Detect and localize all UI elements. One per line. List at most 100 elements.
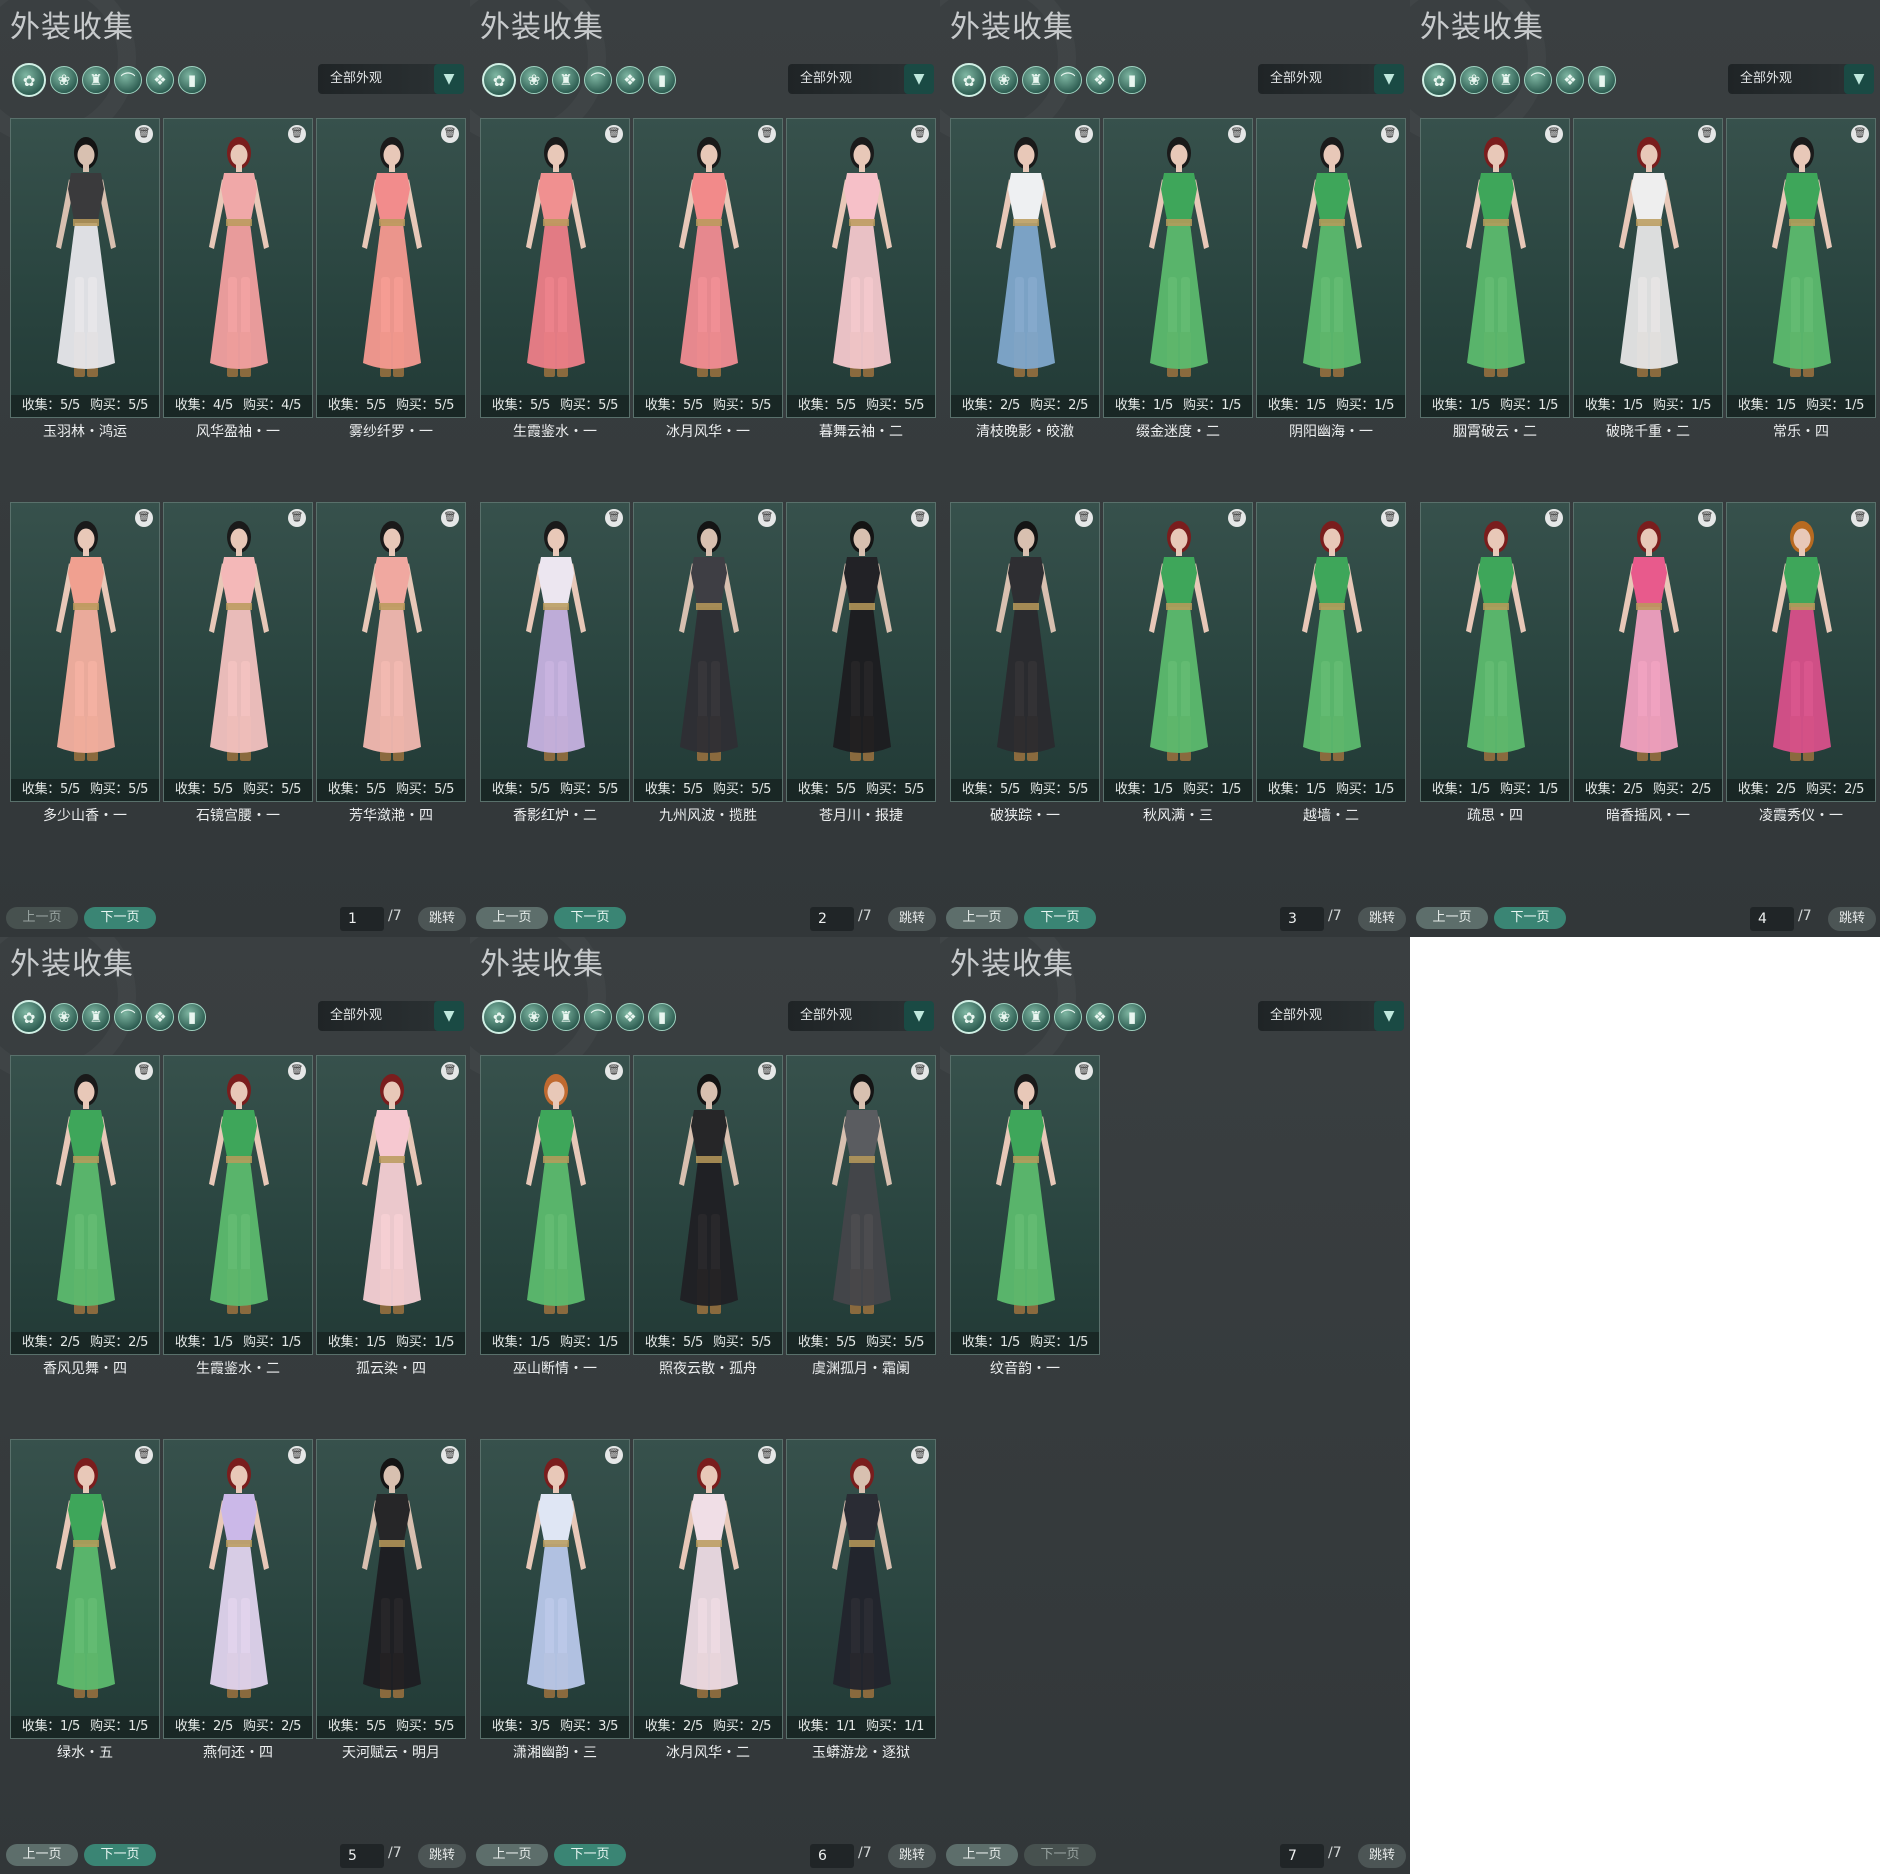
page-number-input[interactable]: 6 [810, 1844, 854, 1868]
top-icon[interactable]: ❀ [1460, 66, 1488, 94]
shoe-icon[interactable]: ⌒ [1054, 1003, 1082, 1031]
jump-button[interactable]: 跳转 [1828, 907, 1876, 931]
next-page-button[interactable]: 下一页 [84, 1844, 156, 1866]
trash-icon[interactable]: 🗑 [1228, 125, 1246, 143]
prev-page-button[interactable]: 上一页 [476, 1844, 548, 1866]
outfit-card[interactable]: 🗑 收集：5/5 购买：5/5 多少山香・一 [10, 502, 160, 832]
outfit-card[interactable]: 🗑 收集：2/5 购买：2/5 暗香摇风・一 [1573, 502, 1723, 832]
trash-icon[interactable]: 🗑 [1075, 1062, 1093, 1080]
trash-icon[interactable]: 🗑 [135, 125, 153, 143]
shoe-icon[interactable]: ⌒ [1524, 66, 1552, 94]
top-icon[interactable]: ❀ [520, 1003, 548, 1031]
top-icon[interactable]: ❀ [50, 66, 78, 94]
outfit-card[interactable]: 🗑 收集：3/5 购买：3/5 潇湘幽韵・三 [480, 1439, 630, 1769]
all-outfits-icon[interactable]: ✿ [1422, 63, 1456, 97]
trash-icon[interactable]: 🗑 [605, 1446, 623, 1464]
face-icon[interactable]: ❖ [1556, 66, 1584, 94]
outfit-card[interactable]: 🗑 收集：5/5 购买：5/5 玉羽林・鸿运 [10, 118, 160, 448]
trash-icon[interactable]: 🗑 [1851, 509, 1869, 527]
next-page-button[interactable]: 下一页 [554, 907, 626, 929]
trash-icon[interactable]: 🗑 [758, 1062, 776, 1080]
prev-page-button[interactable]: 上一页 [946, 907, 1018, 929]
trash-icon[interactable]: 🗑 [1075, 509, 1093, 527]
trash-icon[interactable]: 🗑 [758, 1446, 776, 1464]
trash-icon[interactable]: 🗑 [911, 1062, 929, 1080]
outfit-card[interactable]: 🗑 收集：1/5 购买：1/5 疏思・四 [1420, 502, 1570, 832]
face-icon[interactable]: ❖ [146, 66, 174, 94]
outfit-card[interactable]: 🗑 收集：1/5 购买：1/5 阴阳幽海・一 [1256, 118, 1406, 448]
trash-icon[interactable]: 🗑 [758, 509, 776, 527]
shoe-icon[interactable]: ⌒ [114, 66, 142, 94]
all-outfits-icon[interactable]: ✿ [12, 1000, 46, 1034]
trash-icon[interactable]: 🗑 [1228, 509, 1246, 527]
trash-icon[interactable]: 🗑 [1075, 125, 1093, 143]
outfit-card[interactable]: 🗑 收集：5/5 购买：5/5 天河赋云・明月 [316, 1439, 466, 1769]
prev-page-button[interactable]: 上一页 [476, 907, 548, 929]
trash-icon[interactable]: 🗑 [1851, 125, 1869, 143]
prev-page-button[interactable]: 上一页 [6, 1844, 78, 1866]
bag-icon[interactable]: ▮ [1118, 66, 1146, 94]
outfit-card[interactable]: 🗑 收集：1/5 购买：1/5 生霞鉴水・二 [163, 1055, 313, 1385]
outfit-card[interactable]: 🗑 收集：1/5 购买：1/5 孤云染・四 [316, 1055, 466, 1385]
trash-icon[interactable]: 🗑 [1698, 509, 1716, 527]
outfit-card[interactable]: 🗑 收集：1/5 购买：1/5 纹音韵・一 [950, 1055, 1100, 1385]
outfit-card[interactable]: 🗑 收集：5/5 购买：5/5 香影红炉・二 [480, 502, 630, 832]
outfit-card[interactable]: 🗑 收集：1/5 购买：1/5 破晓千重・二 [1573, 118, 1723, 448]
outfit-card[interactable]: 🗑 收集：5/5 购买：5/5 苍月川・报捷 [786, 502, 936, 832]
jump-button[interactable]: 跳转 [1358, 1844, 1406, 1868]
body-icon[interactable]: ♜ [552, 66, 580, 94]
jump-button[interactable]: 跳转 [888, 907, 936, 931]
outfit-card[interactable]: 🗑 收集：1/1 购买：1/1 玉蟒游龙・逐狱 [786, 1439, 936, 1769]
trash-icon[interactable]: 🗑 [135, 1446, 153, 1464]
outfit-filter-dropdown[interactable]: 全部外观 ▼ [318, 64, 464, 94]
outfit-card[interactable]: 🗑 收集：5/5 购买：5/5 生霞鉴水・一 [480, 118, 630, 448]
next-page-button[interactable]: 下一页 [1024, 907, 1096, 929]
outfit-card[interactable]: 🗑 收集：4/5 购买：4/5 风华盈袖・一 [163, 118, 313, 448]
trash-icon[interactable]: 🗑 [605, 1062, 623, 1080]
trash-icon[interactable]: 🗑 [1545, 509, 1563, 527]
trash-icon[interactable]: 🗑 [288, 509, 306, 527]
outfit-filter-dropdown[interactable]: 全部外观 ▼ [1728, 64, 1874, 94]
face-icon[interactable]: ❖ [616, 1003, 644, 1031]
face-icon[interactable]: ❖ [146, 1003, 174, 1031]
all-outfits-icon[interactable]: ✿ [482, 1000, 516, 1034]
outfit-filter-dropdown[interactable]: 全部外观 ▼ [318, 1001, 464, 1031]
next-page-button[interactable]: 下一页 [554, 1844, 626, 1866]
outfit-card[interactable]: 🗑 收集：1/5 购买：1/5 缀金迷度・二 [1103, 118, 1253, 448]
next-page-button[interactable]: 下一页 [84, 907, 156, 929]
next-page-button[interactable]: 下一页 [1024, 1844, 1096, 1866]
outfit-filter-dropdown[interactable]: 全部外观 ▼ [1258, 1001, 1404, 1031]
body-icon[interactable]: ♜ [82, 66, 110, 94]
outfit-card[interactable]: 🗑 收集：1/5 购买：1/5 越墙・二 [1256, 502, 1406, 832]
outfit-card[interactable]: 🗑 收集：5/5 购买：5/5 石镜宫腰・一 [163, 502, 313, 832]
outfit-card[interactable]: 🗑 收集：5/5 购买：5/5 九州风波・揽胜 [633, 502, 783, 832]
top-icon[interactable]: ❀ [990, 1003, 1018, 1031]
next-page-button[interactable]: 下一页 [1494, 907, 1566, 929]
page-number-input[interactable]: 1 [340, 907, 384, 931]
outfit-card[interactable]: 🗑 收集：1/5 购买：1/5 巫山断情・一 [480, 1055, 630, 1385]
prev-page-button[interactable]: 上一页 [1416, 907, 1488, 929]
trash-icon[interactable]: 🗑 [1698, 125, 1716, 143]
trash-icon[interactable]: 🗑 [441, 125, 459, 143]
body-icon[interactable]: ♜ [1022, 1003, 1050, 1031]
body-icon[interactable]: ♜ [82, 1003, 110, 1031]
page-number-input[interactable]: 5 [340, 1844, 384, 1868]
outfit-card[interactable]: 🗑 收集：5/5 购买：5/5 雾纱纤罗・一 [316, 118, 466, 448]
trash-icon[interactable]: 🗑 [911, 509, 929, 527]
trash-icon[interactable]: 🗑 [441, 509, 459, 527]
top-icon[interactable]: ❀ [990, 66, 1018, 94]
face-icon[interactable]: ❖ [1086, 66, 1114, 94]
shoe-icon[interactable]: ⌒ [114, 1003, 142, 1031]
shoe-icon[interactable]: ⌒ [584, 66, 612, 94]
outfit-card[interactable]: 🗑 收集：5/5 购买：5/5 照夜云散・孤舟 [633, 1055, 783, 1385]
page-number-input[interactable]: 7 [1280, 1844, 1324, 1868]
jump-button[interactable]: 跳转 [418, 1844, 466, 1868]
outfit-card[interactable]: 🗑 收集：2/5 购买：2/5 凌霞秀仪・一 [1726, 502, 1876, 832]
trash-icon[interactable]: 🗑 [288, 125, 306, 143]
outfit-filter-dropdown[interactable]: 全部外观 ▼ [788, 1001, 934, 1031]
outfit-card[interactable]: 🗑 收集：5/5 购买：5/5 冰月风华・一 [633, 118, 783, 448]
all-outfits-icon[interactable]: ✿ [482, 63, 516, 97]
trash-icon[interactable]: 🗑 [911, 1446, 929, 1464]
outfit-card[interactable]: 🗑 收集：1/5 购买：1/5 常乐・四 [1726, 118, 1876, 448]
body-icon[interactable]: ♜ [1022, 66, 1050, 94]
